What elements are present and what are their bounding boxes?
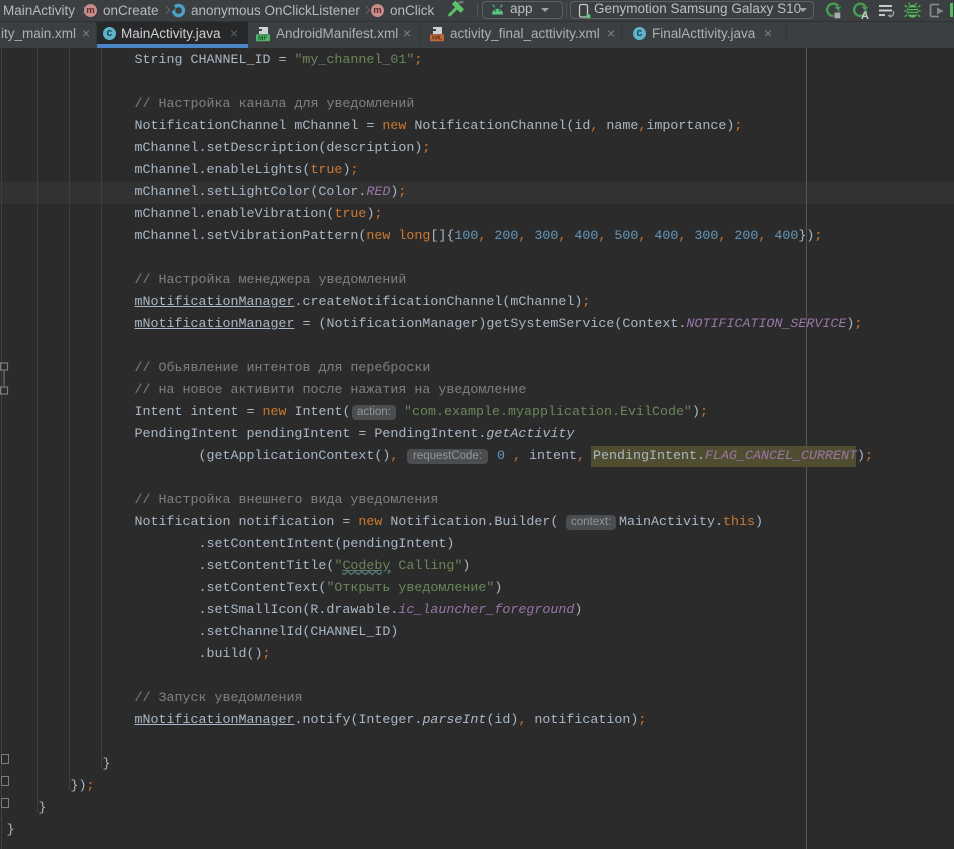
svg-text:A: A [861,10,869,20]
svg-text:MF: MF [258,35,267,42]
svg-text:XML: XML [432,36,443,42]
